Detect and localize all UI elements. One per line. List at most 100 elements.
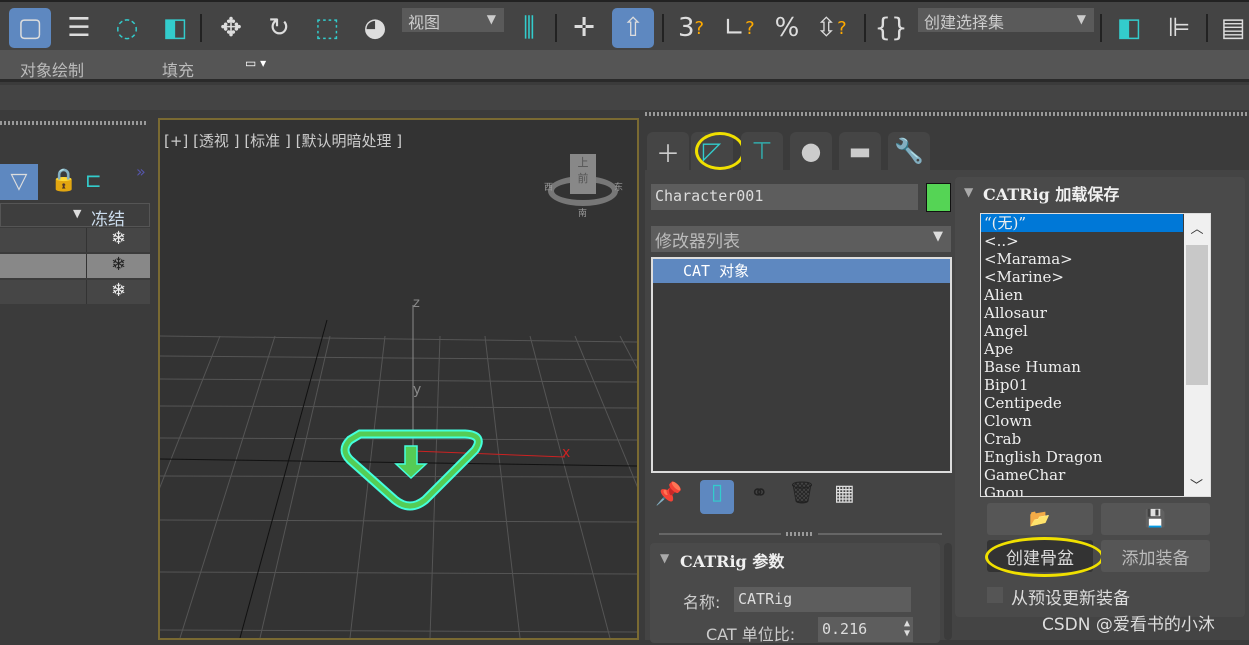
expand-icon[interactable]: » (136, 162, 146, 181)
save-preset-button[interactable]: 💾 (1101, 503, 1210, 535)
align-icon[interactable]: ⊫ (1158, 8, 1200, 48)
selection-set-dropdown[interactable]: 创建选择集 ▼ (918, 8, 1094, 32)
object-name-field[interactable]: Character001 (651, 184, 918, 210)
preset-item[interactable]: Allosaur (981, 304, 1210, 322)
scene-explorer-panel: ▽ 🔒 ⊏ » ▼ 冻结 ❄ ❄ ❄ (0, 110, 152, 640)
viewcube[interactable]: 上前 西 东 南 (544, 154, 623, 219)
compass-west[interactable]: 西 (544, 180, 553, 193)
preset-item[interactable]: Clown (981, 412, 1210, 430)
scroll-up-icon[interactable]: ︿ (1184, 218, 1210, 237)
preset-item[interactable]: Centipede (981, 394, 1210, 412)
viewcube-face[interactable]: 上前 (570, 154, 596, 194)
preset-item[interactable]: Crab (981, 430, 1210, 448)
tab-create[interactable]: ＋ (647, 132, 689, 170)
preset-item[interactable]: Angel (981, 322, 1210, 340)
ribbon-options-icon[interactable]: ▭ ▾ (245, 56, 266, 70)
preset-item[interactable]: Alien (981, 286, 1210, 304)
compass-south[interactable]: 南 (578, 206, 587, 219)
select-object-icon[interactable]: ▢ (9, 8, 51, 48)
preset-item[interactable]: Ape (981, 340, 1210, 358)
modifier-stack[interactable]: CAT 对象 (651, 257, 952, 473)
rollout-title[interactable]: CATRig 加载保存 (983, 181, 1119, 205)
preset-item[interactable]: <..> (981, 232, 1210, 250)
wrench-icon: 🔧 (894, 137, 924, 165)
preset-listbox[interactable]: “(无)” <..> <Marama> <Marine> Alien Allosaur An… (980, 213, 1211, 497)
compass-east[interactable]: 东 (614, 180, 623, 193)
add-rig-button[interactable]: 添加装备 (1101, 540, 1210, 572)
rotate-icon[interactable]: ↻ (258, 8, 300, 48)
z-axis-label: z (413, 296, 420, 311)
make-unique-icon[interactable]: ⚭ (750, 481, 768, 506)
stack-item[interactable]: CAT 对象 (653, 259, 950, 283)
drag-handle[interactable] (0, 121, 148, 125)
table-row[interactable]: ❄ (0, 254, 150, 278)
select-manipulate-icon[interactable]: ✛ (563, 8, 605, 48)
preset-item[interactable]: Bip01 (981, 376, 1210, 394)
view-dropdown[interactable]: 视图 ▼ (402, 8, 504, 32)
update-from-preset-checkbox[interactable] (987, 587, 1003, 603)
lock-icon[interactable]: 🔒 (50, 168, 77, 193)
preset-item[interactable]: GameChar (981, 466, 1210, 484)
load-preset-button[interactable]: 📂 (987, 503, 1093, 535)
angle-snap-icon[interactable]: ∟? (718, 8, 760, 48)
preset-item[interactable]: English Dragon (981, 448, 1210, 466)
scale-icon[interactable]: ⬚ (306, 8, 348, 48)
freeze-column-header[interactable]: 冻结 (91, 205, 125, 230)
update-from-preset-label: 从预设更新装备 (1011, 589, 1130, 609)
preset-item[interactable]: Base Human (981, 358, 1210, 376)
percent-snap-icon[interactable]: % (766, 8, 808, 48)
show-end-result-icon[interactable]: ▯ (700, 480, 734, 514)
snap-3d-icon[interactable]: 3? (670, 8, 712, 48)
pivot-icon[interactable]: ⫼ (508, 8, 550, 48)
hierarchy-icon[interactable]: ⊏ (85, 168, 102, 192)
tab-utilities[interactable]: 🔧 (888, 132, 930, 170)
populate-tab[interactable]: 填充 (162, 57, 194, 81)
unit-ratio-label: CAT 单位比: (706, 625, 796, 644)
freeze-icon[interactable]: ❄ (86, 254, 150, 278)
filter-icon[interactable]: ▽ (0, 164, 38, 200)
spinner-arrows-icon[interactable]: ▲ ▼ (904, 619, 910, 639)
drag-handle[interactable] (786, 532, 814, 536)
select-place-icon[interactable]: ◕ (354, 8, 396, 48)
configure-modifier-sets-icon[interactable]: ▦ (834, 481, 855, 506)
keyboard-shortcut-icon[interactable]: ⇧ (612, 8, 654, 48)
panel-scrollbar[interactable] (944, 543, 952, 640)
object-paint-tab[interactable]: 对象绘制 (20, 57, 84, 81)
mirror-icon[interactable]: ◧ (1108, 8, 1150, 48)
rollout-title[interactable]: CATRig 参数 (680, 548, 784, 572)
freeze-icon[interactable]: ❄ (86, 228, 150, 252)
scroll-down-icon[interactable]: ﹀ (1190, 475, 1203, 494)
spinner-snap-icon[interactable]: ⇳? (810, 8, 852, 48)
unit-ratio-spinner[interactable]: 0.216 ▲ ▼ (818, 617, 913, 642)
listbox-scrollbar[interactable]: ︿ ﹀ (1184, 214, 1210, 496)
collapse-icon[interactable]: ▼ (964, 185, 973, 199)
modifier-list-dropdown[interactable]: 修改器列表 ▼ (651, 226, 951, 252)
preset-item[interactable]: Gnou (981, 484, 1210, 496)
trash-icon[interactable]: 🗑 (788, 481, 816, 506)
object-color-swatch[interactable] (926, 183, 951, 212)
column-header: ▼ 冻结 (0, 203, 150, 230)
pin-stack-icon[interactable]: 📌 (655, 482, 682, 507)
select-by-name-icon[interactable]: ☰ (58, 8, 100, 48)
drag-handle[interactable] (645, 112, 1249, 116)
save-icon: 💾 (1144, 509, 1167, 529)
table-row[interactable]: ❄ (0, 228, 150, 252)
freeze-icon[interactable]: ❄ (86, 280, 150, 304)
perspective-viewport[interactable]: [+] [透视 ] [标准 ] [默认明暗处理 ] z y x 上前 西 东 南 (158, 118, 639, 640)
sort-arrow-icon[interactable]: ▼ (73, 207, 81, 220)
rig-name-field[interactable]: CATRig (734, 587, 911, 612)
preset-item[interactable]: <Marine> (981, 268, 1210, 286)
scene-explorer-icon[interactable]: ▤ (1212, 8, 1249, 48)
tab-display[interactable]: ▬ (839, 132, 881, 170)
table-row[interactable]: ❄ (0, 280, 150, 304)
tab-motion[interactable]: ● (790, 132, 832, 170)
scroll-thumb[interactable] (1186, 245, 1208, 385)
preset-item[interactable]: <Marama> (981, 250, 1210, 268)
tab-hierarchy[interactable]: ⊤ (741, 132, 783, 170)
window-crossing-icon[interactable]: ◧ (154, 8, 196, 48)
circle-selection-icon[interactable]: ◌ (106, 8, 148, 48)
edit-named-selection-icon[interactable]: {} (870, 8, 912, 48)
move-icon[interactable]: ✥ (210, 8, 252, 48)
collapse-icon[interactable]: ▼ (660, 551, 669, 565)
preset-item[interactable]: “(无)” (981, 214, 1183, 232)
